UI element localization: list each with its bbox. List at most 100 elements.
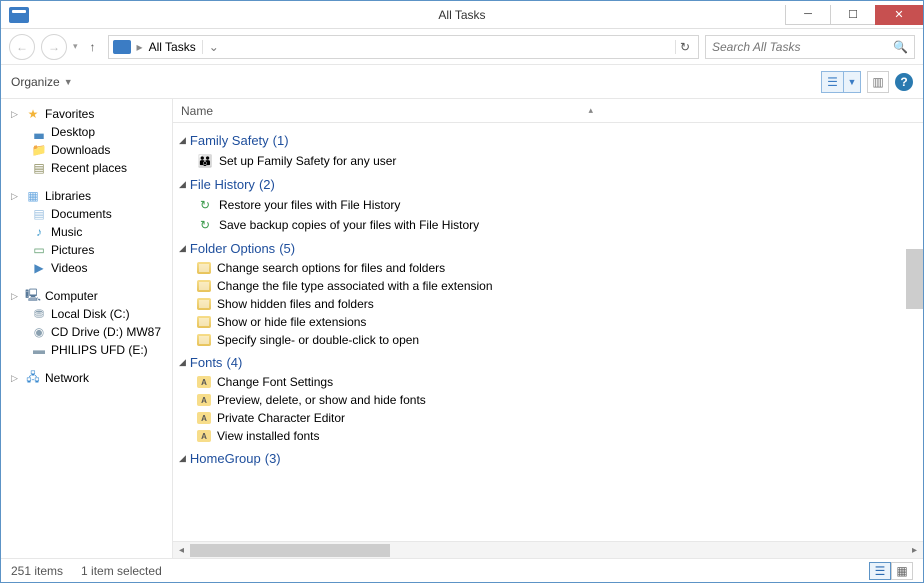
font-icon: A — [197, 430, 211, 442]
sidebar-item-pictures[interactable]: ▭Pictures — [1, 241, 172, 259]
cd-icon: ◉ — [31, 325, 47, 339]
task-item[interactable]: Change the file type associated with a f… — [179, 277, 923, 295]
window-title: All Tasks — [438, 8, 485, 22]
task-item[interactable]: Specify single- or double-click to open — [179, 331, 923, 349]
help-button[interactable]: ? — [895, 73, 913, 91]
group-header[interactable]: ◢Folder Options (5) — [179, 235, 923, 259]
sidebar-item-local-disk[interactable]: ⛃Local Disk (C:) — [1, 305, 172, 323]
group-header[interactable]: ◢Fonts (4) — [179, 349, 923, 373]
breadcrumb-location[interactable]: All Tasks — [149, 40, 196, 54]
minimize-button[interactable]: ─ — [785, 5, 831, 25]
up-button[interactable]: ↑ — [84, 40, 102, 54]
task-item[interactable]: Show or hide file extensions — [179, 313, 923, 331]
help-icon: ? — [900, 75, 907, 89]
task-item[interactable]: ↻Save backup copies of your files with F… — [179, 215, 923, 235]
forward-button[interactable]: → — [41, 34, 67, 60]
column-header[interactable]: Name ▴ — [173, 99, 923, 123]
group-title: Family Safety — [190, 133, 269, 148]
sidebar-libraries[interactable]: ▷▦Libraries — [1, 187, 172, 205]
task-item[interactable]: AView installed fonts — [179, 427, 923, 445]
task-item[interactable]: 👪Set up Family Safety for any user — [179, 151, 923, 171]
search-box[interactable]: 🔍 — [705, 35, 915, 59]
disk-icon: ⛃ — [31, 307, 47, 321]
task-label: Show or hide file extensions — [217, 315, 366, 329]
sidebar-item-recent[interactable]: ▤Recent places — [1, 159, 172, 177]
maximize-icon: ☐ — [848, 8, 858, 21]
libraries-icon: ▦ — [25, 189, 41, 203]
task-label: Restore your files with File History — [219, 198, 400, 212]
task-item[interactable]: APreview, delete, or show and hide fonts — [179, 391, 923, 409]
organize-menu[interactable]: Organize ▼ — [11, 75, 73, 89]
group-header[interactable]: ◢ HomeGroup (3) — [179, 445, 923, 469]
recent-icon: ▤ — [31, 161, 47, 175]
sidebar-favorites[interactable]: ▷★Favorites — [1, 105, 172, 123]
history-dropdown[interactable]: ▾ — [73, 41, 78, 52]
maximize-button[interactable]: ☐ — [830, 5, 876, 25]
sidebar-item-videos[interactable]: ▶Videos — [1, 259, 172, 277]
back-button[interactable]: ← — [9, 34, 35, 60]
group-header[interactable]: ◢File History (2) — [179, 171, 923, 195]
breadcrumb-sep-icon: ▸ — [137, 40, 143, 54]
sidebar-network[interactable]: ▷🖧Network — [1, 369, 172, 387]
scroll-right-icon[interactable]: ▸ — [906, 545, 923, 556]
column-name[interactable]: Name — [181, 104, 213, 118]
navigation-pane[interactable]: ▷★Favorites ▃Desktop 📁Downloads ▤Recent … — [1, 99, 173, 558]
location-icon — [113, 40, 131, 54]
search-icon: 🔍 — [893, 40, 908, 54]
arrow-left-icon: ← — [16, 40, 28, 54]
fold-icon — [197, 262, 211, 274]
sidebar-item-desktop[interactable]: ▃Desktop — [1, 123, 172, 141]
view-mode-split[interactable]: ☰ ▼ — [821, 71, 861, 93]
scroll-track[interactable] — [190, 542, 906, 559]
icons-view-button[interactable]: ▦ — [891, 562, 913, 580]
caret-down-icon: ◢ — [179, 357, 186, 368]
sidebar-item-downloads[interactable]: 📁Downloads — [1, 141, 172, 159]
task-item[interactable]: Change search options for files and fold… — [179, 259, 923, 277]
icons-view-icon: ▦ — [896, 564, 907, 578]
task-item[interactable]: ↻ Restore your files with File History — [179, 195, 923, 215]
details-view-button[interactable]: ☰ — [869, 562, 891, 580]
search-input[interactable] — [712, 40, 893, 54]
sidebar-item-usb[interactable]: ▬PHILIPS UFD (E:) — [1, 341, 172, 359]
sidebar-label: Network — [45, 371, 89, 385]
details-view-icon: ☰ — [875, 564, 886, 578]
preview-pane-button[interactable]: ▥ — [867, 71, 889, 93]
status-bar: 251 items 1 item selected ☰ ▦ — [1, 558, 923, 582]
task-label: Change Font Settings — [217, 375, 333, 389]
view-dropdown[interactable]: ▼ — [844, 72, 860, 92]
sidebar-item-label: Downloads — [51, 143, 110, 157]
fold-icon — [197, 280, 211, 292]
close-button[interactable]: ✕ — [875, 5, 923, 25]
task-item[interactable]: APrivate Character Editor — [179, 409, 923, 427]
safety-icon: 👪 — [197, 153, 213, 169]
font-icon: A — [197, 412, 211, 424]
view-icon[interactable]: ☰ — [822, 72, 844, 92]
content-area[interactable]: ◢Family Safety (1)👪Set up Family Safety … — [173, 123, 923, 541]
sidebar-item-label: Videos — [51, 261, 87, 275]
sidebar-item-cd-drive[interactable]: ◉CD Drive (D:) MW87 — [1, 323, 172, 341]
scroll-thumb[interactable] — [190, 544, 390, 557]
group-header[interactable]: ◢Family Safety (1) — [179, 127, 923, 151]
sidebar-item-music[interactable]: ♪Music — [1, 223, 172, 241]
refresh-button[interactable]: ↻ — [675, 40, 694, 54]
pictures-icon: ▭ — [31, 243, 47, 257]
expand-icon: ▷ — [11, 191, 21, 202]
group-title: HomeGroup — [190, 451, 261, 466]
task-label: Specify single- or double-click to open — [217, 333, 419, 347]
status-item-count: 251 items — [11, 564, 63, 578]
task-item[interactable]: Show hidden files and folders — [179, 295, 923, 313]
sidebar-computer[interactable]: ▷🖳Computer — [1, 287, 172, 305]
scroll-left-icon[interactable]: ◂ — [173, 545, 190, 556]
caret-down-icon: ◢ — [179, 453, 186, 464]
sidebar-item-documents[interactable]: ▤Documents — [1, 205, 172, 223]
address-dropdown[interactable]: ⌄ — [202, 40, 225, 54]
navigation-bar: ← → ▾ ↑ ▸ All Tasks ⌄ ↻ 🔍 — [1, 29, 923, 65]
font-icon: A — [197, 376, 211, 388]
group-count: (3) — [265, 451, 281, 466]
task-item[interactable]: A Change Font Settings — [179, 373, 923, 391]
vertical-scrollbar-thumb[interactable] — [906, 249, 923, 309]
hist-icon: ↻ — [197, 197, 213, 213]
address-bar[interactable]: ▸ All Tasks ⌄ ↻ — [108, 35, 699, 59]
titlebar: All Tasks ─ ☐ ✕ — [1, 1, 923, 29]
horizontal-scrollbar[interactable]: ◂ ▸ — [173, 541, 923, 558]
